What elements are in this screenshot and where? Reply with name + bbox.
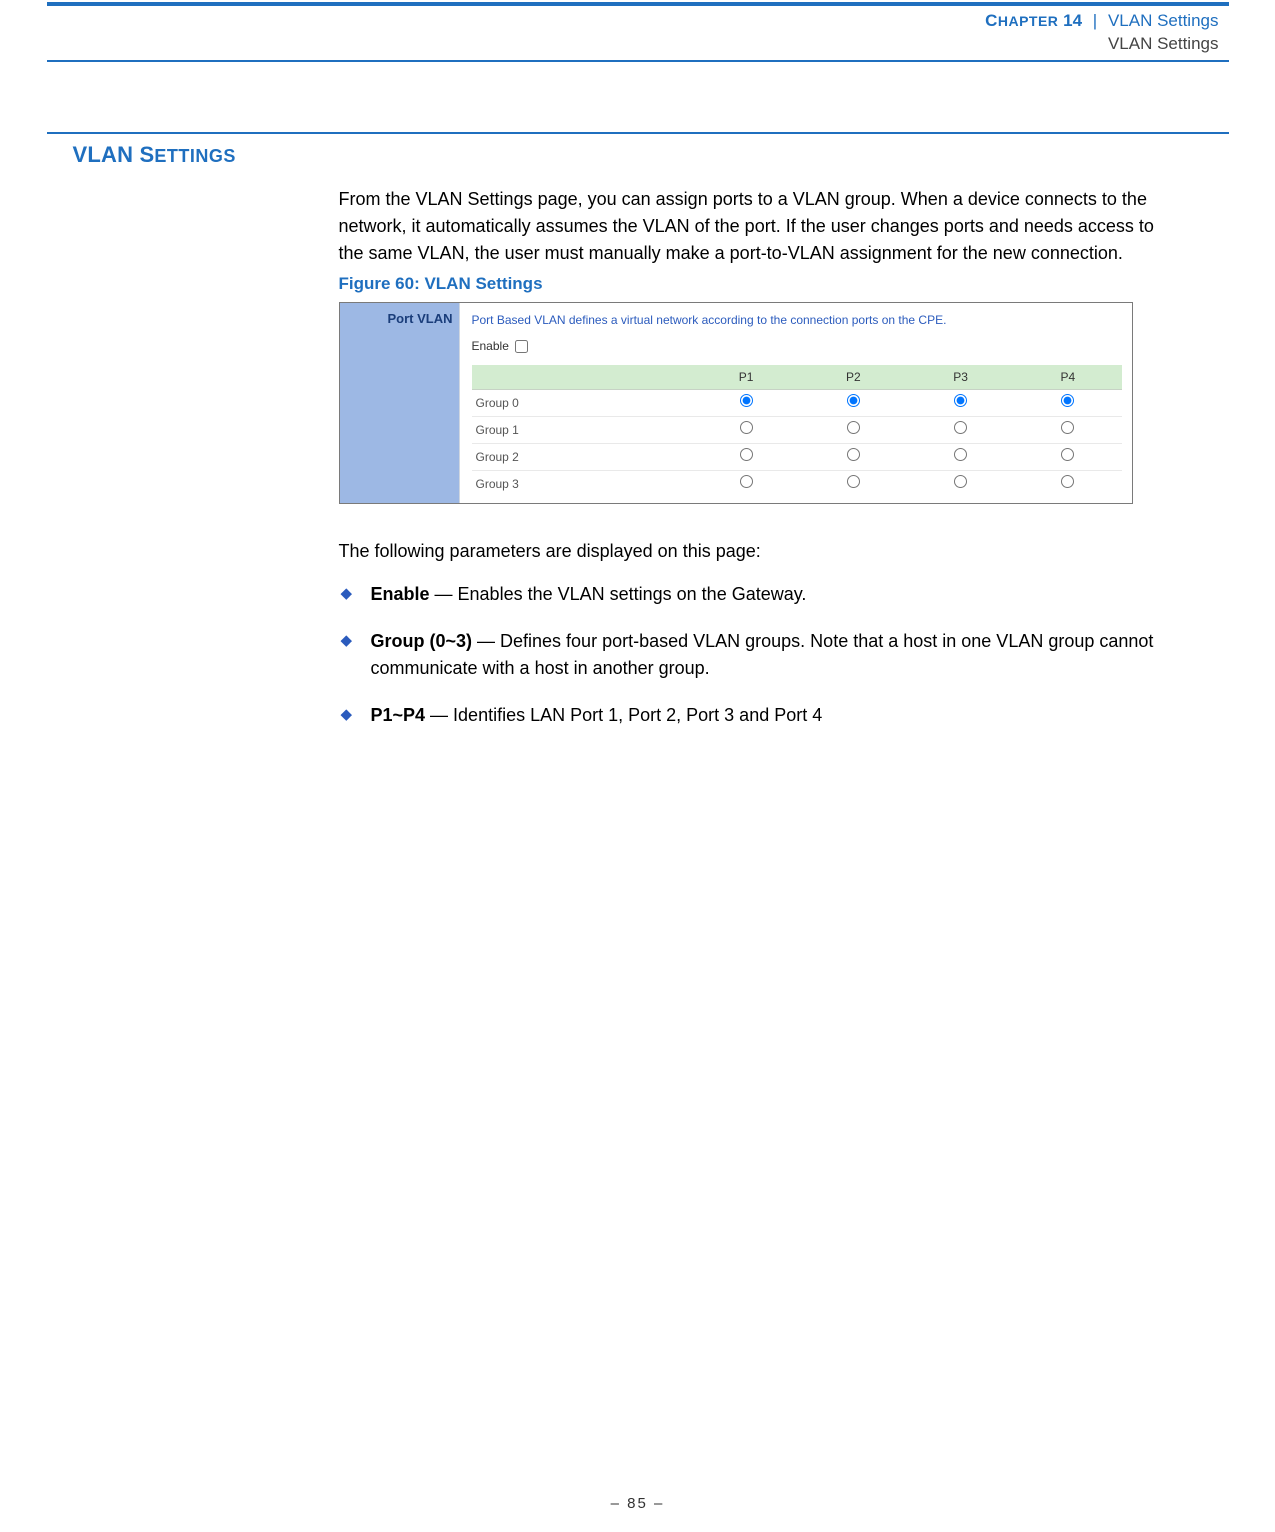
radio-p1-g2[interactable]	[740, 448, 753, 461]
figure-description: Port Based VLAN defines a virtual networ…	[472, 311, 1122, 329]
bullet-desc: — Enables the VLAN settings on the Gatew…	[430, 584, 807, 604]
list-item: Enable — Enables the VLAN settings on th…	[339, 581, 1169, 608]
group-label: Group 3	[472, 471, 693, 498]
bullet-term: Group (0~3)	[371, 631, 473, 651]
table-row: Group 0	[472, 390, 1122, 417]
group-label: Group 1	[472, 417, 693, 444]
radio-p2-g0[interactable]	[847, 394, 860, 407]
figure-port-vlan: Port VLAN Port Based VLAN defines a virt…	[339, 302, 1133, 504]
figure-sidebar: Port VLAN	[340, 303, 460, 503]
bullet-list: Enable — Enables the VLAN settings on th…	[339, 581, 1169, 729]
header-subtitle: VLAN Settings	[47, 33, 1219, 56]
intro-paragraph: From the VLAN Settings page, you can ass…	[339, 186, 1169, 267]
page-number: – 85 –	[0, 1495, 1275, 1512]
group-label: Group 2	[472, 444, 693, 471]
chapter-label: CHAPTER	[985, 11, 1058, 30]
table-row: Group 3	[472, 471, 1122, 498]
radio-p1-g3[interactable]	[740, 475, 753, 488]
chapter-title: VLAN Settings	[1108, 11, 1219, 30]
vlan-col-p1: P1	[693, 365, 800, 390]
vlan-col-p2: P2	[800, 365, 907, 390]
radio-p1-g0[interactable]	[740, 394, 753, 407]
chapter-number: 14	[1058, 11, 1082, 30]
radio-p4-g3[interactable]	[1061, 475, 1074, 488]
figure-sidebar-title: Port VLAN	[340, 309, 453, 329]
radio-p4-g1[interactable]	[1061, 421, 1074, 434]
radio-p3-g2[interactable]	[954, 448, 967, 461]
vlan-col-p4: P4	[1014, 365, 1121, 390]
figure-main: Port Based VLAN defines a virtual networ…	[460, 303, 1132, 503]
radio-p4-g0[interactable]	[1061, 394, 1074, 407]
table-row: Group 2	[472, 444, 1122, 471]
body-column: From the VLAN Settings page, you can ass…	[339, 186, 1169, 730]
table-row: Group 1	[472, 417, 1122, 444]
radio-p2-g1[interactable]	[847, 421, 860, 434]
enable-label: Enable	[472, 337, 509, 355]
radio-p2-g2[interactable]	[847, 448, 860, 461]
radio-p2-g3[interactable]	[847, 475, 860, 488]
vlan-table: P1 P2 P3 P4 Group 0	[472, 365, 1122, 497]
page-header: CHAPTER 14 | VLAN Settings VLAN Settings	[47, 2, 1229, 58]
vlan-col-blank	[472, 365, 693, 390]
radio-p3-g3[interactable]	[954, 475, 967, 488]
header-line-1: CHAPTER 14 | VLAN Settings VLAN Settings	[47, 6, 1229, 58]
enable-checkbox[interactable]	[515, 340, 528, 353]
vlan-table-header-row: P1 P2 P3 P4	[472, 365, 1122, 390]
radio-p3-g0[interactable]	[954, 394, 967, 407]
radio-p1-g1[interactable]	[740, 421, 753, 434]
list-item: Group (0~3) — Defines four port-based VL…	[339, 628, 1169, 682]
chapter-separator: |	[1093, 11, 1097, 30]
bullet-term: P1~P4	[371, 705, 426, 725]
content-area: VLAN SETTINGS From the VLAN Settings pag…	[47, 132, 1229, 730]
bullet-desc: — Defines four port-based VLAN groups. N…	[371, 631, 1154, 678]
radio-p3-g1[interactable]	[954, 421, 967, 434]
figure-caption: Figure 60: VLAN Settings	[339, 271, 1169, 297]
params-intro: The following parameters are displayed o…	[339, 538, 1169, 565]
vlan-col-p3: P3	[907, 365, 1014, 390]
list-item: P1~P4 — Identifies LAN Port 1, Port 2, P…	[339, 702, 1169, 729]
radio-p4-g2[interactable]	[1061, 448, 1074, 461]
group-label: Group 0	[472, 390, 693, 417]
page: CHAPTER 14 | VLAN Settings VLAN Settings…	[0, 0, 1275, 1532]
bullet-desc: — Identifies LAN Port 1, Port 2, Port 3 …	[425, 705, 822, 725]
vlan-table-body: Group 0 Group 1	[472, 390, 1122, 498]
section-heading: VLAN SETTINGS	[73, 142, 1229, 168]
bullet-term: Enable	[371, 584, 430, 604]
section-rule	[47, 132, 1229, 134]
enable-row: Enable	[472, 337, 1122, 355]
header-rule	[47, 60, 1229, 62]
